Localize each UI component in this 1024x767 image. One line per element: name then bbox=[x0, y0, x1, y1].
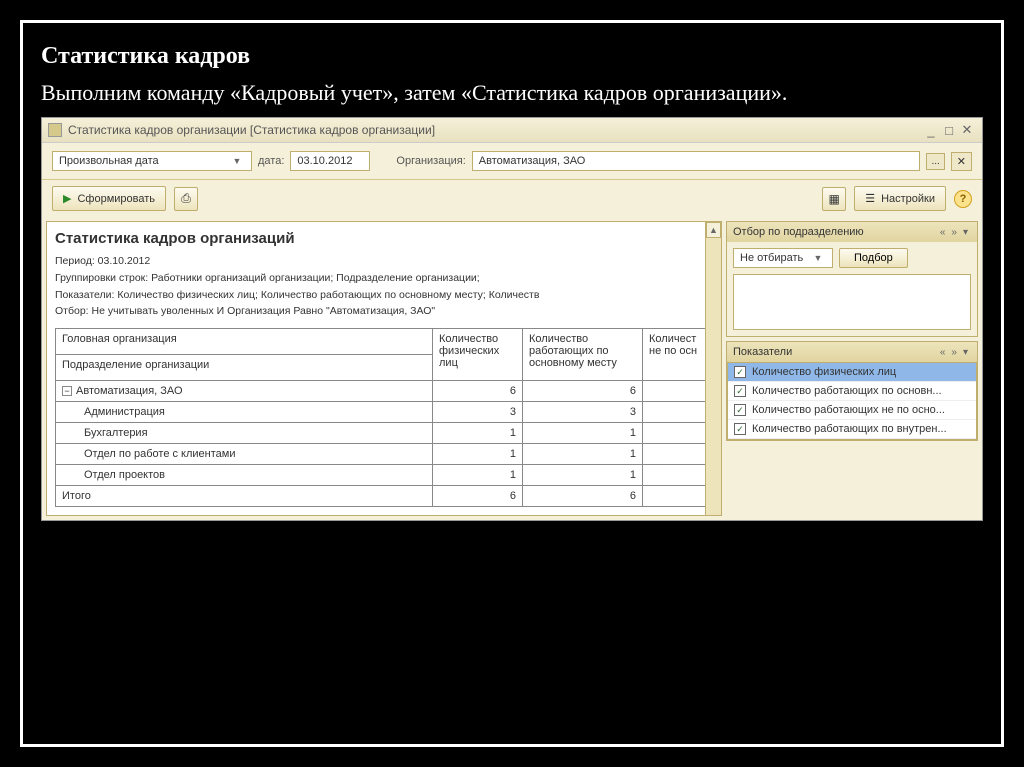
indicators-panel-title: Показатели bbox=[733, 346, 937, 358]
report-title: Статистика кадров организаций bbox=[55, 230, 713, 247]
chevron-down-icon: ▼ bbox=[229, 156, 245, 166]
indicator-item[interactable]: ✓ Количество работающих по основн... bbox=[728, 382, 976, 401]
filter-listbox[interactable] bbox=[733, 274, 971, 330]
panel-prev-icon[interactable]: « bbox=[937, 347, 949, 358]
table-row[interactable]: Отдел проектов 1 1 bbox=[56, 465, 713, 486]
indicator-item[interactable]: ✓ Количество работающих по внутрен... bbox=[728, 420, 976, 439]
col-header-count2: Количество работающих по основному месту bbox=[523, 329, 643, 381]
scroll-up-icon[interactable]: ▲ bbox=[706, 222, 721, 238]
filter-bar: Произвольная дата ▼ дата: 03.10.2012 Орг… bbox=[42, 143, 982, 180]
side-panel: Отбор по подразделению « » ▾ Не отбирать… bbox=[726, 217, 982, 520]
report-meta: Период: 03.10.2012 Группировки строк: Ра… bbox=[55, 253, 713, 320]
grid-button[interactable]: ▦ bbox=[822, 187, 846, 211]
period-mode-dropdown[interactable]: Произвольная дата ▼ bbox=[52, 151, 252, 171]
indicator-label: Количество работающих не по осно... bbox=[752, 404, 945, 416]
chevron-down-icon: ▼ bbox=[810, 253, 826, 263]
org-clear-button[interactable]: ✕ bbox=[951, 152, 972, 171]
indicator-label: Количество работающих по внутрен... bbox=[752, 423, 947, 435]
checkbox-icon[interactable]: ✓ bbox=[734, 423, 746, 435]
scrollbar-vertical[interactable]: ▲ bbox=[705, 222, 721, 515]
indicator-label: Количество работающих по основн... bbox=[752, 385, 942, 397]
settings-button[interactable]: ☰ Настройки bbox=[854, 186, 946, 211]
indicators-panel: Показатели « » ▾ ✓ Количество физических… bbox=[726, 341, 978, 441]
panel-menu-icon[interactable]: ▾ bbox=[960, 227, 971, 238]
slide-title: Статистика кадров bbox=[41, 43, 983, 70]
org-select-button[interactable]: ... bbox=[926, 153, 944, 170]
col-header-count1: Количество физических лиц bbox=[433, 329, 523, 381]
col-header-dept: Подразделение организации bbox=[56, 355, 433, 381]
app-window: Статистика кадров организации [Статистик… bbox=[41, 117, 983, 521]
print-button[interactable]: ⎙ bbox=[174, 187, 198, 211]
titlebar: Статистика кадров организации [Статистик… bbox=[42, 118, 982, 143]
checkbox-icon[interactable]: ✓ bbox=[734, 404, 746, 416]
app-icon bbox=[48, 123, 62, 137]
panel-next-icon[interactable]: » bbox=[948, 347, 960, 358]
grid-icon: ▦ bbox=[829, 192, 840, 206]
window-title: Статистика кадров организации [Статистик… bbox=[68, 123, 922, 137]
maximize-button[interactable]: □ bbox=[940, 123, 958, 138]
filter-panel: Отбор по подразделению « » ▾ Не отбирать… bbox=[726, 221, 978, 337]
slide-subtitle: Выполним команду «Кадровый учет», затем … bbox=[41, 76, 983, 109]
indicators-list: ✓ Количество физических лиц ✓ Количество… bbox=[727, 362, 977, 440]
date-value: 03.10.2012 bbox=[297, 155, 352, 167]
close-button[interactable]: ✕ bbox=[958, 122, 976, 138]
date-label: дата: bbox=[258, 155, 284, 167]
minimize-button[interactable]: _ bbox=[922, 123, 940, 138]
select-button[interactable]: Подбор bbox=[839, 248, 908, 268]
content-area: Статистика кадров организаций Период: 03… bbox=[42, 217, 982, 520]
indicator-item[interactable]: ✓ Количество физических лиц bbox=[728, 363, 976, 382]
panel-prev-icon[interactable]: « bbox=[937, 227, 949, 238]
report-panel: Статистика кадров организаций Период: 03… bbox=[46, 221, 722, 516]
list-icon: ☰ bbox=[865, 192, 875, 205]
org-label: Организация: bbox=[396, 155, 465, 167]
filter-mode-dropdown[interactable]: Не отбирать ▼ bbox=[733, 248, 833, 268]
filter-panel-title: Отбор по подразделению bbox=[733, 226, 937, 238]
table-row[interactable]: −Автоматизация, ЗАО 6 6 bbox=[56, 381, 713, 402]
toolbar: ▶ Сформировать ⎙ ▦ ☰ Настройки ? bbox=[42, 180, 982, 217]
help-button[interactable]: ? bbox=[954, 190, 972, 208]
panel-next-icon[interactable]: » bbox=[948, 227, 960, 238]
table-row-total: Итого 6 6 bbox=[56, 486, 713, 507]
report-table: Головная организация Количество физическ… bbox=[55, 328, 713, 507]
col-header-org: Головная организация bbox=[56, 329, 433, 355]
run-button[interactable]: ▶ Сформировать bbox=[52, 186, 166, 211]
filter-mode-value: Не отбирать bbox=[740, 252, 810, 264]
table-row[interactable]: Отдел по работе с клиентами 1 1 bbox=[56, 444, 713, 465]
run-button-label: Сформировать bbox=[77, 193, 155, 205]
org-value: Автоматизация, ЗАО bbox=[479, 155, 586, 167]
col-header-count3: Количест не по осн bbox=[643, 329, 713, 381]
org-input[interactable]: Автоматизация, ЗАО bbox=[472, 151, 921, 171]
indicator-label: Количество физических лиц bbox=[752, 366, 896, 378]
table-row[interactable]: Бухгалтерия 1 1 bbox=[56, 423, 713, 444]
checkbox-icon[interactable]: ✓ bbox=[734, 366, 746, 378]
settings-button-label: Настройки bbox=[881, 193, 935, 205]
checkbox-icon[interactable]: ✓ bbox=[734, 385, 746, 397]
panel-menu-icon[interactable]: ▾ bbox=[960, 347, 971, 358]
play-icon: ▶ bbox=[63, 192, 71, 205]
period-mode-value: Произвольная дата bbox=[59, 155, 229, 167]
indicator-item[interactable]: ✓ Количество работающих не по осно... bbox=[728, 401, 976, 420]
collapse-icon[interactable]: − bbox=[62, 386, 72, 396]
date-input[interactable]: 03.10.2012 bbox=[290, 151, 370, 171]
table-row[interactable]: Администрация 3 3 bbox=[56, 402, 713, 423]
printer-icon: ⎙ bbox=[181, 191, 191, 206]
